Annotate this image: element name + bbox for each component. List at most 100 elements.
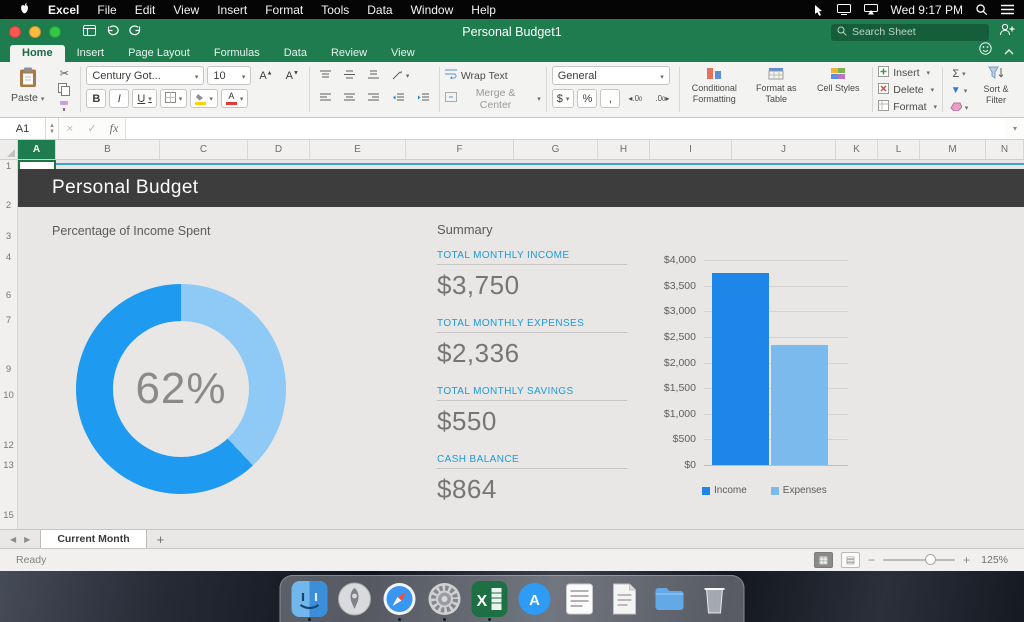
column-header-e[interactable]: E: [310, 140, 406, 159]
sheet-title-band[interactable]: Personal Budget: [18, 169, 1024, 207]
zoom-knob[interactable]: [925, 554, 936, 565]
tab-data[interactable]: Data: [272, 45, 319, 62]
tab-formulas[interactable]: Formulas: [202, 45, 272, 62]
bar[interactable]: [712, 273, 769, 465]
row-header[interactable]: 6: [0, 290, 17, 301]
decrease-decimal-button[interactable]: .00▸: [650, 91, 674, 106]
app-store-icon[interactable]: A: [517, 581, 553, 617]
column-header-m[interactable]: M: [920, 140, 986, 159]
format-as-table-button[interactable]: Format as Table: [747, 66, 805, 104]
row-header[interactable]: 4: [0, 252, 17, 263]
redo-button[interactable]: [129, 23, 142, 41]
row-header[interactable]: 3: [0, 231, 17, 242]
fill-button[interactable]: ▼: [948, 83, 970, 98]
column-header-b[interactable]: B: [56, 140, 160, 159]
select-all-corner[interactable]: [0, 140, 18, 159]
zoom-out-button[interactable]: −: [868, 553, 875, 567]
apple-menu[interactable]: [10, 2, 39, 18]
safari-icon[interactable]: [382, 581, 418, 617]
font-color-button[interactable]: A: [221, 89, 249, 108]
clear-button[interactable]: [948, 100, 970, 115]
row-header[interactable]: 13: [0, 460, 17, 471]
conditional-formatting-button[interactable]: Conditional Formatting: [685, 66, 743, 104]
increase-font-size-button[interactable]: A▲: [254, 66, 277, 85]
documents-icon[interactable]: [607, 581, 643, 617]
pointer-icon[interactable]: [814, 4, 824, 16]
currency-style-button[interactable]: $: [552, 89, 575, 108]
bar[interactable]: [771, 345, 828, 465]
merge-center-button[interactable]: Merge & Center: [445, 89, 541, 108]
formula-input[interactable]: [125, 118, 1006, 139]
undo-button[interactable]: [106, 23, 119, 41]
align-middle-button[interactable]: [339, 66, 360, 85]
sort-filter-button[interactable]: Sort & Filter: [974, 66, 1018, 105]
font-name-select[interactable]: Century Got...: [86, 66, 204, 85]
menu-clock[interactable]: Wed 9:17 PM: [891, 3, 963, 17]
share-person-add-icon[interactable]: [999, 23, 1015, 41]
row-header[interactable]: 10: [0, 390, 17, 401]
column-header-h[interactable]: H: [598, 140, 650, 159]
next-sheet-button[interactable]: ▶: [24, 535, 30, 544]
align-top-button[interactable]: [315, 66, 336, 85]
tab-home[interactable]: Home: [10, 45, 65, 62]
menu-item-data[interactable]: Data: [358, 3, 401, 17]
row-header[interactable]: 2: [0, 200, 17, 211]
previous-sheet-button[interactable]: ◀: [10, 535, 16, 544]
paste-button[interactable]: Paste: [6, 66, 49, 105]
column-header-c[interactable]: C: [160, 140, 248, 159]
name-box-stepper[interactable]: ▲▼: [46, 118, 59, 139]
align-center-button[interactable]: [339, 89, 360, 108]
donut-chart[interactable]: 62%: [76, 284, 286, 494]
tab-insert[interactable]: Insert: [65, 45, 117, 62]
menu-item-view[interactable]: View: [164, 3, 208, 17]
airplay-icon[interactable]: [864, 4, 878, 15]
confirm-entry-button[interactable]: ✓: [81, 118, 103, 139]
italic-button[interactable]: I: [109, 89, 129, 108]
collapse-ribbon-chevron-icon[interactable]: [1004, 42, 1014, 60]
add-sheet-button[interactable]: +: [147, 530, 175, 548]
column-header-n[interactable]: N: [986, 140, 1024, 159]
percent-style-button[interactable]: %: [577, 89, 597, 108]
decrease-font-size-button[interactable]: A▼: [281, 66, 304, 85]
sheet-tab-current-month[interactable]: Current Month: [40, 530, 146, 548]
tab-review[interactable]: Review: [319, 45, 379, 62]
normal-view-button[interactable]: ▦: [814, 552, 833, 568]
column-header-k[interactable]: K: [836, 140, 878, 159]
font-size-select[interactable]: 10: [207, 66, 251, 85]
row-header[interactable]: 7: [0, 315, 17, 326]
tab-page-layout[interactable]: Page Layout: [116, 45, 202, 62]
format-cells-button[interactable]: Format: [878, 100, 937, 114]
insert-function-button[interactable]: fx: [103, 118, 125, 139]
minimize-window-button[interactable]: [29, 26, 41, 38]
cell-styles-button[interactable]: Cell Styles: [809, 66, 867, 94]
fill-color-button[interactable]: [190, 89, 218, 108]
underline-button[interactable]: U: [132, 89, 156, 108]
row-header[interactable]: 15: [0, 510, 17, 521]
excel-app-icon[interactable]: X: [472, 581, 508, 617]
row-header[interactable]: 1: [0, 161, 17, 172]
feedback-smiley-icon[interactable]: [979, 42, 992, 60]
row-header[interactable]: 9: [0, 364, 17, 375]
menu-item-window[interactable]: Window: [402, 3, 463, 17]
text-orientation-button[interactable]: [387, 66, 415, 85]
zoom-window-button[interactable]: [49, 26, 61, 38]
zoom-in-button[interactable]: +: [963, 553, 970, 567]
row-header[interactable]: 12: [0, 440, 17, 451]
spotlight-search-icon[interactable]: [976, 4, 988, 16]
name-box[interactable]: A1: [0, 118, 46, 139]
decrease-indent-button[interactable]: [387, 89, 409, 108]
column-header-j[interactable]: J: [732, 140, 836, 159]
wrap-text-button[interactable]: Wrap Text: [445, 66, 541, 85]
zoom-slider[interactable]: [883, 554, 955, 566]
align-bottom-button[interactable]: [363, 66, 384, 85]
menu-item-excel[interactable]: Excel: [39, 3, 88, 17]
column-header-f[interactable]: F: [406, 140, 514, 159]
bar-chart[interactable]: [704, 260, 848, 465]
column-header-l[interactable]: L: [878, 140, 920, 159]
tab-view[interactable]: View: [379, 45, 427, 62]
format-painter-button[interactable]: [53, 100, 75, 115]
increase-indent-button[interactable]: [412, 89, 434, 108]
borders-button[interactable]: [160, 89, 188, 108]
delete-cells-button[interactable]: Delete: [878, 83, 937, 97]
summary-panel[interactable]: Summary TOTAL MONTHLY INCOME $3,750 TOTA…: [437, 222, 627, 522]
